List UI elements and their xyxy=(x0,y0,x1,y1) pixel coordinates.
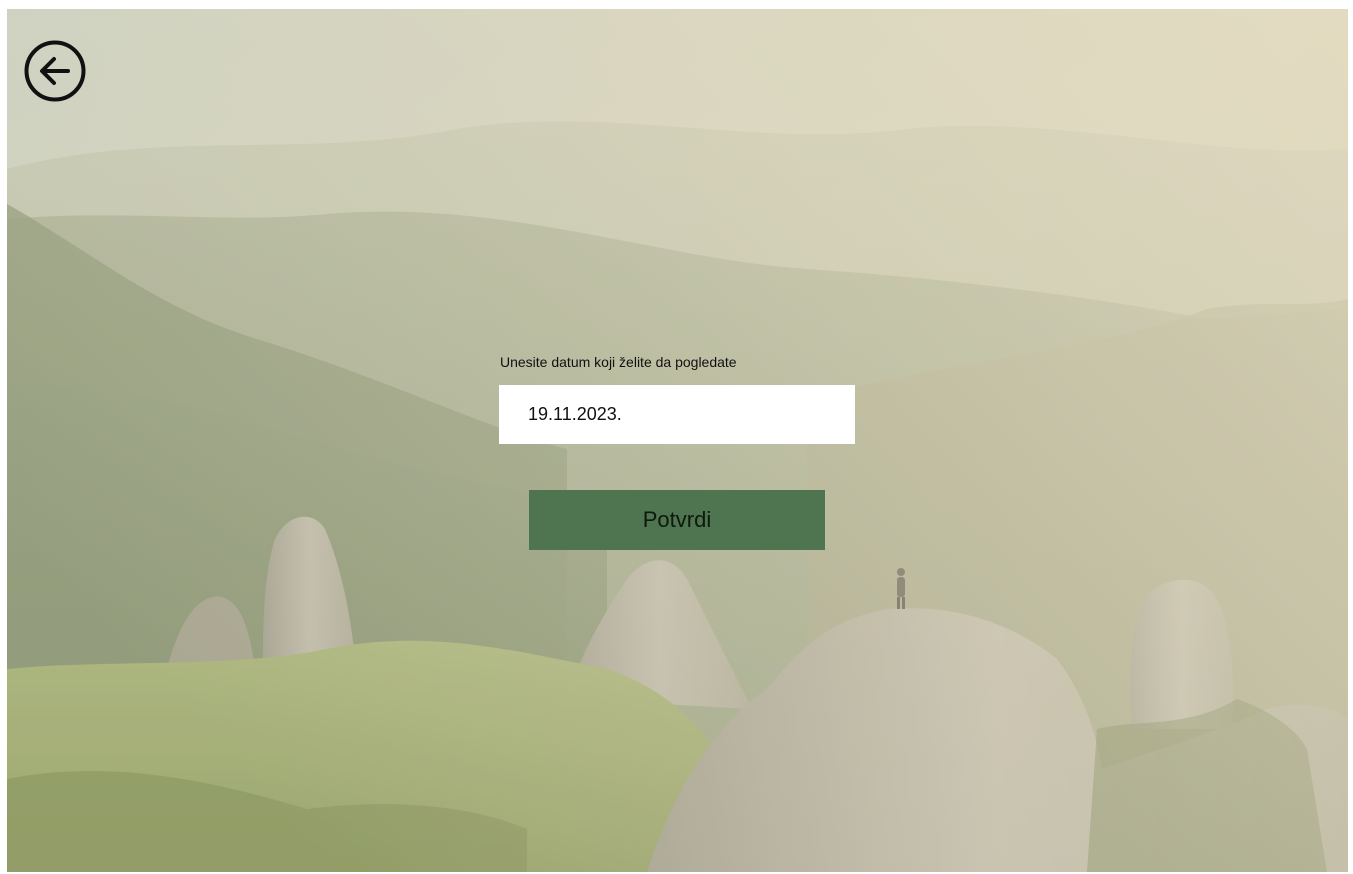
app-screen: Unesite datum koji želite da pogledate P… xyxy=(7,9,1348,872)
date-input[interactable] xyxy=(499,385,855,444)
confirm-button[interactable]: Potvrdi xyxy=(529,490,825,550)
arrow-left-circle-icon xyxy=(24,40,86,102)
date-field-label: Unesite datum koji želite da pogledate xyxy=(500,354,737,370)
back-button[interactable] xyxy=(23,39,87,103)
